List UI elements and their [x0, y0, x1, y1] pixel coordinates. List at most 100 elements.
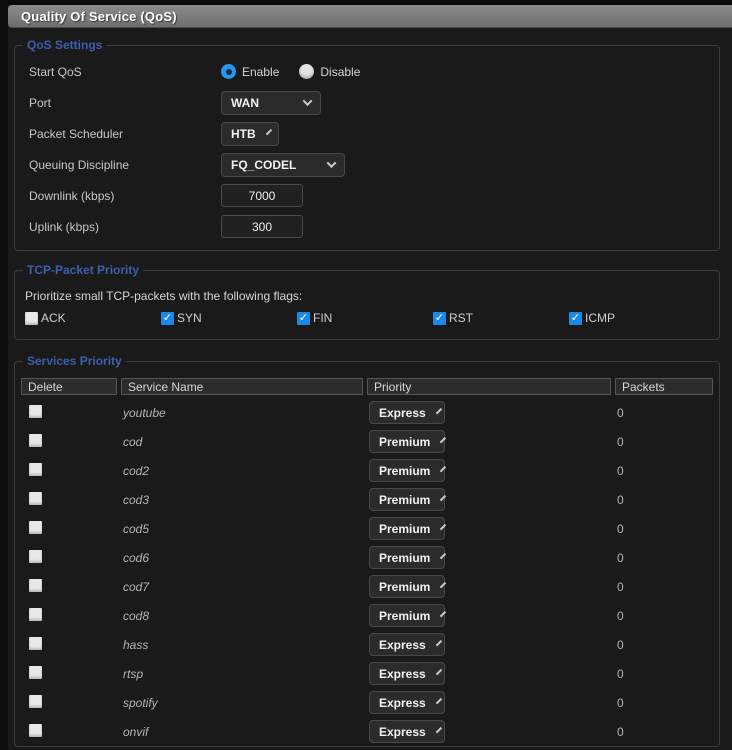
priority-select-value: Premium [379, 609, 430, 623]
delete-cell [21, 724, 117, 740]
packet-scheduler-select[interactable]: HTB [221, 122, 279, 146]
flag-label: RST [449, 311, 473, 325]
packets-cell: 0 [615, 725, 713, 739]
flag-label: ICMP [585, 311, 615, 325]
flag-checkbox[interactable]: ✓ [297, 312, 310, 325]
tcp-flags-row: ACK ✓ SYN ✓ FIN ✓ RST ✓ ICMP [25, 311, 713, 325]
column-header-service-name: Service Name [121, 378, 363, 395]
services-table-header: Delete Service Name Priority Packets [21, 378, 713, 395]
priority-select-value: Premium [379, 493, 430, 507]
priority-select-value: Express [379, 725, 426, 739]
priority-cell: Premium [367, 546, 611, 569]
priority-select[interactable]: Premium [369, 517, 445, 540]
priority-select[interactable]: Express [369, 720, 445, 743]
chevron-down-icon [436, 698, 442, 704]
flag-label: SYN [177, 311, 202, 325]
priority-select[interactable]: Express [369, 633, 445, 656]
delete-checkbox[interactable] [29, 434, 42, 447]
tcp-flag-item: ✓ FIN [297, 311, 433, 325]
page-title-bar: Quality Of Service (QoS) [8, 5, 732, 28]
chevron-down-icon [440, 553, 446, 559]
flag-checkbox[interactable]: ✓ [569, 312, 582, 325]
disable-radio[interactable] [299, 64, 314, 79]
chevron-down-icon [440, 466, 446, 472]
delete-checkbox[interactable] [29, 695, 42, 708]
priority-select[interactable]: Express [369, 662, 445, 685]
delete-checkbox[interactable] [29, 492, 42, 505]
packets-cell: 0 [615, 667, 713, 681]
packets-cell: 0 [615, 638, 713, 652]
uplink-label: Uplink (kbps) [21, 220, 221, 234]
uplink-row: Uplink (kbps) [21, 211, 713, 242]
downlink-input[interactable] [221, 184, 303, 207]
table-row: cod6 Premium 0 [21, 543, 713, 572]
chevron-down-icon [436, 669, 442, 675]
port-label: Port [21, 96, 221, 110]
priority-select[interactable]: Premium [369, 546, 445, 569]
chevron-down-icon [327, 158, 337, 168]
priority-select[interactable]: Premium [369, 430, 445, 453]
priority-select[interactable]: Premium [369, 575, 445, 598]
packets-cell: 0 [615, 609, 713, 623]
priority-select-value: Premium [379, 435, 430, 449]
priority-select[interactable]: Premium [369, 488, 445, 511]
delete-checkbox[interactable] [29, 666, 42, 679]
delete-checkbox[interactable] [29, 608, 42, 621]
tcp-flag-item: ACK [25, 311, 161, 325]
table-row: cod8 Premium 0 [21, 601, 713, 630]
packet-scheduler-select-value: HTB [231, 127, 256, 141]
delete-checkbox[interactable] [29, 521, 42, 534]
port-row: Port WAN [21, 87, 713, 118]
service-name-cell: spotify [121, 696, 363, 710]
priority-select-value: Premium [379, 522, 430, 536]
priority-select[interactable]: Express [369, 691, 445, 714]
flag-checkbox[interactable]: ✓ [161, 312, 174, 325]
delete-checkbox[interactable] [29, 463, 42, 476]
delete-cell [21, 521, 117, 537]
flag-checkbox[interactable] [25, 312, 38, 325]
flag-checkbox[interactable]: ✓ [433, 312, 446, 325]
enable-radio-label[interactable]: Enable [242, 65, 279, 79]
port-select[interactable]: WAN [221, 91, 321, 115]
priority-select[interactable]: Premium [369, 604, 445, 627]
delete-checkbox[interactable] [29, 405, 42, 418]
service-name-cell: cod2 [121, 464, 363, 478]
priority-select[interactable]: Express [369, 401, 445, 424]
qos-settings-legend: QoS Settings [23, 38, 106, 52]
packets-cell: 0 [615, 464, 713, 478]
enable-radio[interactable] [221, 64, 236, 79]
packets-cell: 0 [615, 435, 713, 449]
packets-cell: 0 [615, 551, 713, 565]
service-name-cell: youtube [121, 406, 363, 420]
start-qos-radio-group: Enable Disable [221, 64, 374, 79]
delete-cell [21, 608, 117, 624]
chevron-down-icon [436, 640, 442, 646]
table-row: cod5 Premium 0 [21, 514, 713, 543]
delete-checkbox[interactable] [29, 637, 42, 650]
flag-label: ACK [41, 311, 66, 325]
flag-label: FIN [313, 311, 332, 325]
priority-cell: Premium [367, 430, 611, 453]
tcp-priority-description: Prioritize small TCP-packets with the fo… [25, 289, 713, 303]
priority-select[interactable]: Premium [369, 459, 445, 482]
delete-cell [21, 695, 117, 711]
disable-radio-label[interactable]: Disable [320, 65, 360, 79]
queuing-discipline-select-value: FQ_CODEL [231, 158, 296, 172]
priority-cell: Premium [367, 604, 611, 627]
priority-select-value: Express [379, 696, 426, 710]
table-row: onvif Express 0 [21, 717, 713, 746]
column-header-packets: Packets [615, 378, 713, 395]
tcp-flag-item: ✓ SYN [161, 311, 297, 325]
downlink-label: Downlink (kbps) [21, 189, 221, 203]
delete-checkbox[interactable] [29, 724, 42, 737]
packets-cell: 0 [615, 580, 713, 594]
delete-checkbox[interactable] [29, 550, 42, 563]
delete-checkbox[interactable] [29, 579, 42, 592]
chevron-down-icon [440, 582, 446, 588]
tcp-packet-priority-legend: TCP-Packet Priority [23, 263, 143, 277]
tcp-flag-item: ✓ RST [433, 311, 569, 325]
queuing-discipline-select[interactable]: FQ_CODEL [221, 153, 345, 177]
start-qos-row: Start QoS Enable Disable [21, 56, 713, 87]
delete-cell [21, 434, 117, 450]
uplink-input[interactable] [221, 215, 303, 238]
